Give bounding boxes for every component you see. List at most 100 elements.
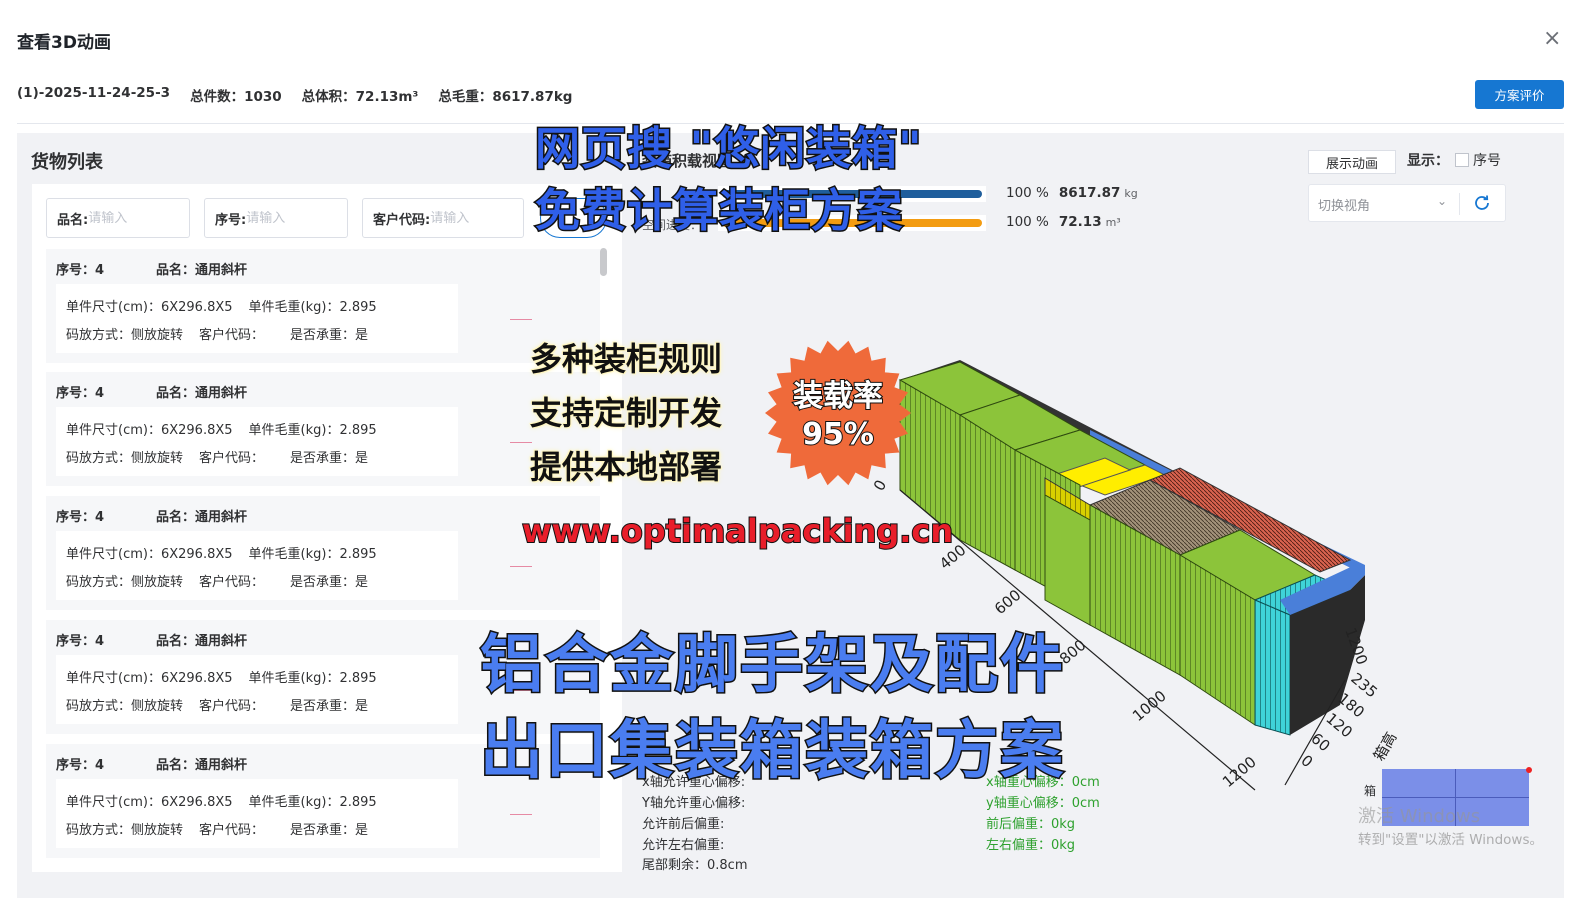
refresh-icon[interactable]: [1472, 193, 1492, 213]
cargo-seq: 序号：4: [56, 758, 105, 773]
name-filter-input[interactable]: [88, 210, 169, 226]
cargo-customer: 客户代码：: [199, 699, 265, 714]
seq-filter-input[interactable]: [246, 210, 327, 226]
promo-url: www.optimalpacking.cn: [521, 511, 954, 551]
cargo-seq: 序号：4: [56, 386, 105, 401]
cargo-name: 品名：通用斜杆: [156, 758, 248, 773]
name-filter-label: 品名:: [57, 212, 89, 228]
cargo-placement: 码放方式：侧放旋转: [66, 699, 184, 714]
length-tick: 1200: [1219, 753, 1260, 791]
cargo-placement: 码放方式：侧放旋转: [66, 451, 184, 466]
cargo-weight: 单件毛重(kg)：2.895: [248, 547, 377, 562]
promo-headline-1: 铝合金脚手架及配件: [479, 627, 1065, 703]
cargo-weight: 单件毛重(kg)：2.895: [248, 795, 377, 810]
cargo-name: 品名：通用斜杆: [156, 510, 248, 525]
customer-code-filter-input[interactable]: [430, 210, 501, 226]
cargo-bearing: 是否承重：是: [290, 451, 369, 466]
height-tick: 0: [1297, 751, 1316, 771]
seq-checkbox-label[interactable]: 序号: [1473, 150, 1501, 170]
cargo-weight: 单件毛重(kg)：2.895: [248, 423, 377, 438]
cargo-face: [1254, 599, 1291, 736]
cargo-details: 单件尺寸(cm)：6X296.8X5 单件毛重(kg)：2.895 码放方式：侧放…: [56, 284, 458, 353]
cargo-color-swatch: [510, 319, 532, 320]
allowed-left-right: 允许左右偏重:: [642, 838, 725, 853]
cargo-weight: 单件毛重(kg)：2.895: [248, 671, 377, 686]
cargo-weight: 单件毛重(kg)：2.895: [248, 300, 377, 315]
close-icon[interactable]: ×: [1543, 28, 1561, 50]
promo-headline-2: 出口集装箱装箱方案: [479, 713, 1065, 789]
cargo-seq: 序号：4: [56, 634, 105, 649]
cargo-color-swatch: [510, 442, 532, 443]
cargo-bearing: 是否承重：是: [290, 699, 369, 714]
name-filter-field[interactable]: 品名:: [46, 198, 190, 238]
cargo-size: 单件尺寸(cm)：6X296.8X5: [66, 671, 233, 686]
height-tick: 60: [1307, 729, 1333, 755]
cargo-size: 单件尺寸(cm)：6X296.8X5: [66, 795, 233, 810]
windows-watermark-hint: 转到"设置"以激活 Windows。: [1358, 832, 1543, 848]
total-count: 总件数：1030: [190, 89, 282, 105]
height-axis-name: 箱高: [1370, 729, 1401, 764]
promo-line-2: 免费计算装柜方案: [533, 183, 904, 239]
cargo-placement: 码放方式：侧放旋转: [66, 575, 184, 590]
cargo-list-item[interactable]: 序号：4 品名：通用斜杆 单件尺寸(cm)：6X296.8X5 单件毛重(kg)：2…: [46, 372, 600, 486]
cargo-seq: 序号：4: [56, 510, 105, 525]
cargo-placement: 码放方式：侧放旋转: [66, 328, 184, 343]
cargo-customer: 客户代码：: [199, 328, 265, 343]
promo-rule: 支持定制开发: [530, 394, 723, 432]
cargo-size: 单件尺寸(cm)：6X296.8X5: [66, 423, 233, 438]
promo-line-1: 网页搜 "悠闲装箱": [534, 121, 924, 177]
cargo-placement: 码放方式：侧放旋转: [66, 823, 184, 838]
tail-remaining: 尾部剩余：0.8cm: [642, 858, 748, 873]
cargo-size: 单件尺寸(cm)：6X296.8X5: [66, 300, 233, 315]
cargo-bearing: 是否承重：是: [290, 328, 369, 343]
allowed-front-back: 允许前后偏重:: [642, 817, 725, 832]
cargo-details: 单件尺寸(cm)：6X296.8X5 单件毛重(kg)：2.895 码放方式：侧放…: [56, 407, 458, 476]
space-progress-text: 100 % 72.13 m³: [1006, 214, 1121, 230]
seq-checkbox[interactable]: [1455, 153, 1469, 167]
cargo-details: 单件尺寸(cm)：6X296.8X5 单件毛重(kg)：2.895 码放方式：侧放…: [56, 531, 458, 600]
y-gravity-offset: y轴重心偏移：0cm: [986, 796, 1100, 811]
cargo-list-item[interactable]: 序号：4 品名：通用斜杆 单件尺寸(cm)：6X296.8X5 单件毛重(kg)：2…: [46, 249, 600, 363]
minimap-label: 箱: [1364, 784, 1377, 798]
front-back-weight: 前后偏重：0kg: [986, 817, 1076, 832]
seq-filter-label: 序号:: [215, 212, 247, 228]
display-label: 显示：: [1407, 153, 1449, 169]
cargo-customer: 客户代码：: [199, 451, 265, 466]
cargo-details: 单件尺寸(cm)：6X296.8X5 单件毛重(kg)：2.895 码放方式：侧放…: [56, 779, 458, 848]
y-allowed-offset: Y轴允许重心偏移:: [642, 796, 746, 811]
cargo-customer: 客户代码：: [199, 575, 265, 590]
chevron-down-icon: ⌄: [1437, 194, 1448, 208]
dialog-title: 查看3D动画: [17, 33, 111, 53]
customer-code-filter-label: 客户代码:: [373, 212, 431, 228]
evaluate-plan-button[interactable]: 方案评价: [1475, 80, 1564, 109]
summary-bar: (1)-2025-11-24-25-3 总件数：1030 总体积：72.13m³…: [17, 85, 572, 105]
seq-filter-field[interactable]: 序号:: [204, 198, 348, 238]
cargo-color-swatch: [510, 814, 532, 815]
cargo-customer: 客户代码：: [199, 823, 265, 838]
cargo-details: 单件尺寸(cm)：6X296.8X5 单件毛重(kg)：2.895 码放方式：侧放…: [56, 655, 458, 724]
customer-code-filter-field[interactable]: 客户代码:: [362, 198, 524, 238]
windows-watermark: 激活 Windows: [1358, 806, 1481, 827]
cargo-name: 品名：通用斜杆: [156, 386, 248, 401]
promo-rule: 多种装柜规则: [530, 340, 723, 378]
cargo-name: 品名：通用斜杆: [156, 634, 248, 649]
total-volume: 总体积：72.13m³: [301, 89, 419, 105]
view-angle-placeholder: 切换视角: [1318, 199, 1371, 214]
show-animation-button[interactable]: 展示动画: [1308, 150, 1396, 174]
cargo-list-title: 货物列表: [31, 152, 103, 173]
cargo-name: 品名：通用斜杆: [156, 263, 248, 278]
left-right-weight: 左右偏重：0kg: [986, 838, 1076, 853]
cargo-size: 单件尺寸(cm)：6X296.8X5: [66, 547, 233, 562]
promo-rule: 提供本地部署: [530, 448, 723, 486]
cargo-bearing: 是否承重：是: [290, 575, 369, 590]
minimap-marker: [1526, 767, 1532, 773]
weight-progress-text: 100 % 8617.87 kg: [1006, 185, 1138, 201]
load-rate-text: 装载率 95%: [792, 378, 884, 453]
cargo-bearing: 是否承重：是: [290, 823, 369, 838]
cargo-seq: 序号：4: [56, 263, 105, 278]
cargo-list-item[interactable]: 序号：4 品名：通用斜杆 单件尺寸(cm)：6X296.8X5 单件毛重(kg)：2…: [46, 496, 600, 610]
plan-id: (1)-2025-11-24-25-3: [17, 85, 171, 101]
cargo-list-scrollbar[interactable]: [600, 248, 607, 276]
cargo-color-swatch: [510, 566, 532, 567]
total-weight: 总毛重：8617.87kg: [438, 89, 573, 105]
